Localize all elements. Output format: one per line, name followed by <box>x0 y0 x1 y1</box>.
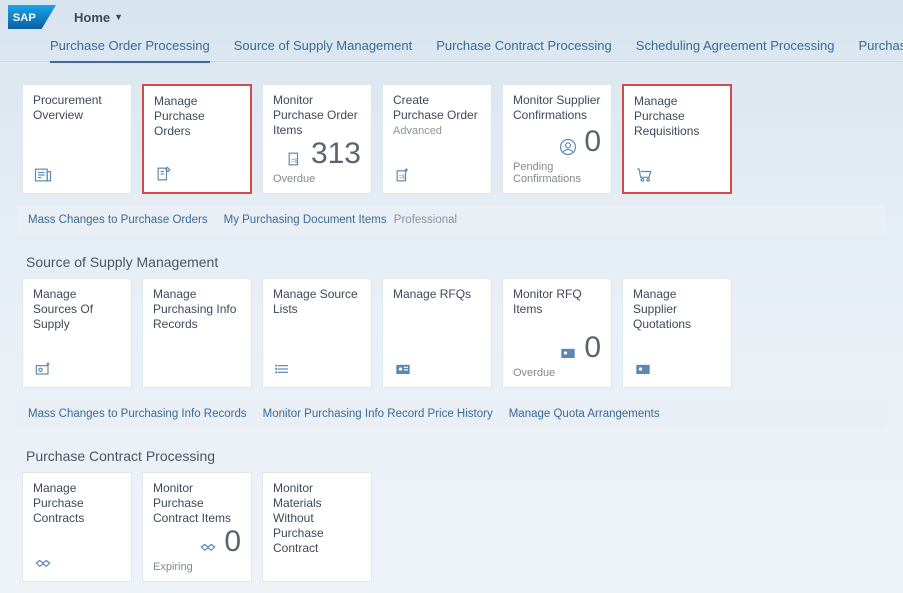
tile-subtitle: Advanced <box>393 125 481 137</box>
tile-footer: Expiring <box>153 561 241 573</box>
section-title: Source of Supply Management <box>26 254 885 270</box>
tab-source-of-supply[interactable]: Source of Supply Management <box>234 38 413 61</box>
tile-manage-purchase-orders[interactable]: Manage Purchase Orders <box>142 84 252 194</box>
handshake-icon <box>198 537 218 557</box>
link-bar-sos: Mass Changes to Purchasing Info Records … <box>18 400 885 428</box>
list-icon <box>273 359 293 379</box>
address-card-icon <box>633 359 653 379</box>
tile-row: Manage Sources Of Supply Manage Purchasi… <box>22 278 885 388</box>
document-dollar-icon: =$ <box>285 149 305 169</box>
tile-title: Monitor Supplier Confirmations <box>513 93 601 123</box>
tile-title: Create Purchase Order <box>393 93 481 123</box>
section-purchase-contract: Purchase Contract Processing Manage Purc… <box>0 428 903 582</box>
tile-title: Monitor Purchase Order Items <box>273 93 361 138</box>
sap-logo: SAP <box>8 5 56 29</box>
handshake-icon <box>33 553 53 573</box>
top-bar: SAP Home ▼ <box>0 0 903 30</box>
tile-value: 0 <box>224 527 241 557</box>
link-mass-changes-po[interactable]: Mass Changes to Purchase Orders <box>28 214 208 226</box>
tile-title: Monitor Purchase Contract Items <box>153 481 241 526</box>
link-bar-po: Mass Changes to Purchase Orders My Purch… <box>18 206 885 234</box>
link-suffix: Professional <box>394 214 457 226</box>
tab-purchase-requisition[interactable]: Purchase Requisition P <box>859 38 903 61</box>
tile-title: Manage Purchase Orders <box>154 94 240 139</box>
tab-bar: Purchase Order Processing Source of Supp… <box>0 30 903 62</box>
tile-value: 313 <box>311 139 361 169</box>
tile-footer: Overdue <box>513 367 601 379</box>
person-circle-icon <box>558 137 578 157</box>
tile-monitor-supplier-confirmations[interactable]: Monitor Supplier Confirmations 0 Pending… <box>502 84 612 194</box>
tile-title: Manage Purchase Contracts <box>33 481 121 526</box>
home-label: Home <box>74 10 110 25</box>
section-purchase-order-processing: Procurement Overview Manage Purchase Ord… <box>0 62 903 234</box>
address-card-icon <box>558 343 578 363</box>
tile-title: Manage Source Lists <box>273 287 361 317</box>
tile-title: Monitor Materials Without Purchase Contr… <box>273 481 361 556</box>
tab-purchase-contract[interactable]: Purchase Contract Processing <box>436 38 612 61</box>
tile-value: 0 <box>584 127 601 157</box>
tile-monitor-materials-without-contract[interactable]: Monitor Materials Without Purchase Contr… <box>262 472 372 582</box>
document-edit-icon <box>154 164 174 184</box>
tile-manage-purchase-contracts[interactable]: Manage Purchase Contracts <box>22 472 132 582</box>
tile-row: Procurement Overview Manage Purchase Ord… <box>22 84 885 194</box>
tile-title: Manage Sources Of Supply <box>33 287 121 332</box>
svg-text:=$: =$ <box>291 158 298 164</box>
tile-procurement-overview[interactable]: Procurement Overview <box>22 84 132 194</box>
svg-text:=$: =$ <box>399 174 405 180</box>
link-monitor-pir-history[interactable]: Monitor Purchasing Info Record Price His… <box>263 408 493 420</box>
tile-title: Manage Supplier Quotations <box>633 287 721 332</box>
tile-manage-rfqs[interactable]: Manage RFQs <box>382 278 492 388</box>
link-my-purchasing-doc-items[interactable]: My Purchasing Document Items <box>224 214 387 226</box>
tile-title: Manage Purchasing Info Records <box>153 287 241 332</box>
link-manage-quota[interactable]: Manage Quota Arrangements <box>509 408 660 420</box>
address-card-icon <box>393 359 413 379</box>
tile-manage-sources-of-supply[interactable]: Manage Sources Of Supply <box>22 278 132 388</box>
tab-scheduling-agreement[interactable]: Scheduling Agreement Processing <box>636 38 835 61</box>
tile-manage-purchasing-info-records[interactable]: Manage Purchasing Info Records <box>142 278 252 388</box>
section-title: Purchase Contract Processing <box>26 448 885 464</box>
chevron-down-icon: ▼ <box>114 12 123 22</box>
cart-icon <box>634 164 654 184</box>
tile-title: Procurement Overview <box>33 93 121 123</box>
tile-footer: Pending Confirmations <box>513 161 601 185</box>
tile-create-purchase-order[interactable]: Create Purchase Order Advanced =$ <box>382 84 492 194</box>
tab-purchase-order-processing[interactable]: Purchase Order Processing <box>50 38 210 63</box>
tile-value: 0 <box>584 333 601 363</box>
tile-manage-supplier-quotations[interactable]: Manage Supplier Quotations <box>622 278 732 388</box>
tile-footer: Overdue <box>273 173 361 185</box>
tile-title: Manage RFQs <box>393 287 481 302</box>
document-plus-icon: =$ <box>393 165 413 185</box>
tile-title: Manage Purchase Requisitions <box>634 94 720 139</box>
id-card-plus-icon <box>33 359 53 379</box>
tile-monitor-rfq-items[interactable]: Monitor RFQ Items 0 Overdue <box>502 278 612 388</box>
tile-manage-purchase-requisitions[interactable]: Manage Purchase Requisitions <box>622 84 732 194</box>
tile-manage-source-lists[interactable]: Manage Source Lists <box>262 278 372 388</box>
home-dropdown[interactable]: Home ▼ <box>74 10 123 25</box>
tile-monitor-po-items[interactable]: Monitor Purchase Order Items =$ 313 Over… <box>262 84 372 194</box>
link-mass-changes-pir[interactable]: Mass Changes to Purchasing Info Records <box>28 408 247 420</box>
section-source-of-supply: Source of Supply Management Manage Sourc… <box>0 234 903 428</box>
newspaper-icon <box>33 165 53 185</box>
tile-title: Monitor RFQ Items <box>513 287 601 317</box>
tile-row: Manage Purchase Contracts Monitor Purcha… <box>22 472 885 582</box>
svg-text:SAP: SAP <box>13 12 37 24</box>
tile-monitor-purchase-contract-items[interactable]: Monitor Purchase Contract Items 0 Expiri… <box>142 472 252 582</box>
